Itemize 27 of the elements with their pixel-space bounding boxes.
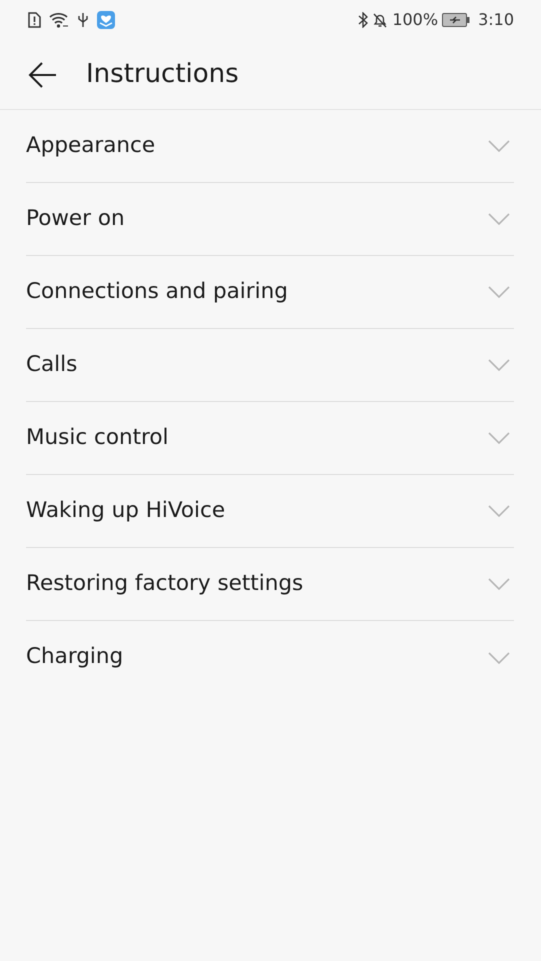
section-title[interactable]: Connections and pairing [26, 276, 288, 308]
back-button[interactable] [28, 60, 58, 88]
chevron-down-icon[interactable] [488, 140, 510, 152]
usb-icon [77, 12, 89, 28]
clock-time: 3:10 [478, 9, 514, 31]
section-title[interactable]: Appearance [26, 130, 156, 162]
chevron-down-icon[interactable] [488, 652, 510, 664]
battery-charging-icon [442, 13, 470, 27]
section-title[interactable]: Music control [26, 422, 169, 454]
section-title[interactable]: Power on [26, 202, 125, 236]
app-icon [97, 11, 115, 29]
wifi-icon [49, 12, 69, 28]
bell-off-icon [372, 12, 388, 28]
section-title[interactable]: Restoring factory settings [26, 568, 304, 600]
battery-percentage: 100% [392, 9, 438, 31]
chevron-down-icon[interactable] [488, 359, 510, 371]
chevron-down-icon[interactable] [488, 578, 510, 590]
chevron-down-icon[interactable] [488, 213, 510, 225]
section-title[interactable]: Waking up HiVoice [26, 494, 226, 528]
chevron-down-icon[interactable] [488, 286, 510, 298]
bluetooth-icon [358, 12, 368, 28]
section-title[interactable]: Charging [26, 641, 124, 674]
sim-alert-icon [28, 12, 41, 28]
page-title: Instructions [86, 58, 239, 91]
section-title[interactable]: Calls [26, 348, 78, 382]
chevron-down-icon[interactable] [488, 432, 510, 444]
chevron-down-icon[interactable] [488, 505, 510, 517]
